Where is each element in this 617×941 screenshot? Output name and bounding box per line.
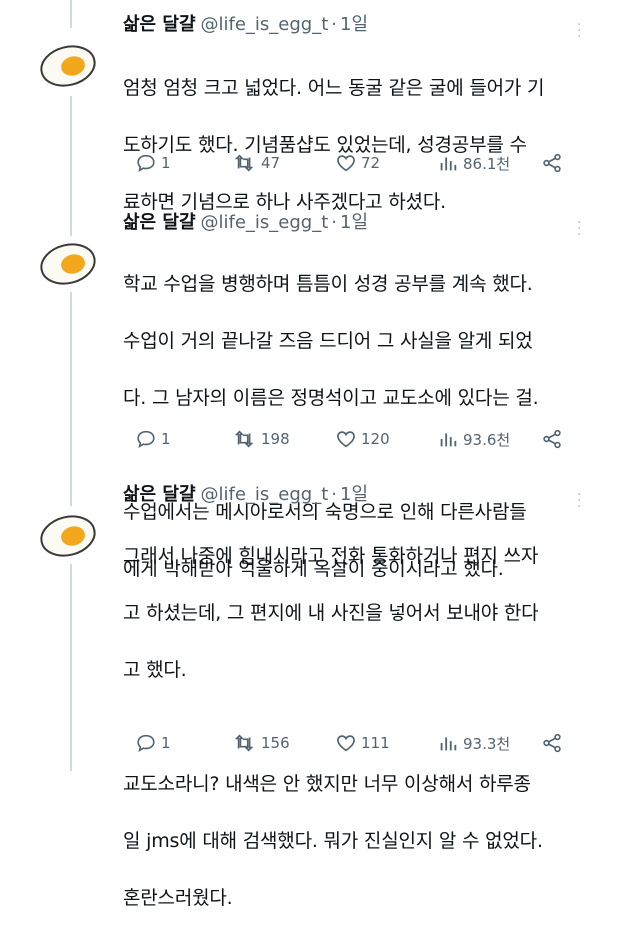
retweet-count: 47 (261, 154, 281, 172)
boiled-egg-icon (40, 515, 96, 557)
text-line: 엄청 엄청 크고 넓었다. 어느 동굴 같은 굴에 들어가 기 (123, 76, 545, 99)
timestamp[interactable]: 1일 (340, 208, 368, 234)
timestamp[interactable]: 1일 (340, 10, 368, 36)
views-count: 93.3천 (463, 734, 511, 753)
like-button[interactable]: 72 (335, 152, 380, 174)
reply-button[interactable]: 1 (135, 428, 171, 450)
text-line: 그래서 나중에 힘내시라고 전화 통화하거나 편지 쓰자 (123, 544, 539, 567)
views-icon (440, 737, 457, 751)
separator-dot: · (331, 14, 338, 35)
views-icon (440, 157, 457, 171)
share-icon (543, 429, 561, 449)
more-icon[interactable]: · · · (577, 18, 581, 44)
text-line: 혼란스러웠다. (123, 886, 233, 909)
author-handle[interactable]: @life_is_egg_t (201, 212, 329, 233)
text-line: 고 했다. (123, 658, 187, 681)
tweet[interactable]: 삶은 달걀 @life_is_egg_t · 1일 · · · 그래서 나중에 힘내… (0, 468, 617, 909)
reply-count: 1 (161, 734, 171, 752)
share-icon (543, 733, 561, 753)
author-name[interactable]: 삶은 달걀 (123, 208, 196, 234)
reply-icon (137, 430, 155, 448)
avatar[interactable] (38, 34, 98, 94)
retweet-icon (234, 430, 254, 448)
retweet-button[interactable]: 156 (233, 732, 290, 754)
views-button[interactable]: 86.1천 (437, 152, 510, 174)
tweet[interactable]: 삶은 달걀 @life_is_egg_t · 1일 · · · 학교 수업을 병행하… (0, 196, 617, 580)
text-line: 수업이 거의 끝나갈 즈음 드디어 그 사실을 알게 되었 (123, 329, 533, 352)
avatar[interactable] (38, 232, 98, 292)
heart-icon (337, 735, 355, 752)
reply-count: 1 (161, 154, 171, 172)
retweet-count: 156 (261, 734, 290, 752)
reply-icon (137, 734, 155, 752)
like-button[interactable]: 120 (335, 428, 390, 450)
text-line: 교도소라니? 내색은 안 했지만 너무 이상해서 하루종 (123, 772, 531, 795)
more-icon[interactable]: · · · (577, 488, 581, 514)
text-line: 고 하셨는데, 그 편지에 내 사진을 넣어서 보내야 한다 (123, 601, 539, 624)
reply-button[interactable]: 1 (135, 732, 171, 754)
boiled-egg-icon (40, 243, 96, 285)
like-button[interactable]: 111 (335, 732, 390, 754)
retweet-icon (234, 734, 254, 752)
like-count: 111 (361, 734, 390, 752)
retweet-button[interactable]: 198 (233, 428, 290, 450)
avatar[interactable] (38, 504, 98, 564)
share-icon (543, 153, 561, 173)
tweet[interactable]: 삶은 달걀 @life_is_egg_t · 1일 · · · 엄청 엄청 크고 넓… (0, 0, 617, 213)
author-handle[interactable]: @life_is_egg_t (201, 484, 329, 505)
like-count: 72 (361, 154, 381, 172)
separator-dot: · (331, 212, 338, 233)
text-line: 학교 수업을 병행하며 틈틈이 성경 공부를 계속 했다. (123, 272, 533, 295)
text-line: 다. 그 남자의 이름은 정명석이고 교도소에 있다는 걸. (123, 386, 539, 409)
separator-dot: · (331, 484, 338, 505)
tweet-text: 그래서 나중에 힘내시라고 전화 통화하거나 편지 쓰자 고 하셨는데, 그 편… (123, 513, 603, 941)
text-line: 일 jms에 대해 검색했다. 뭐가 진실인지 알 수 없었다. (123, 829, 543, 852)
share-button[interactable] (541, 732, 567, 754)
share-button[interactable] (541, 428, 567, 450)
heart-icon (337, 155, 355, 172)
heart-icon (337, 431, 355, 448)
views-count: 93.6천 (463, 430, 511, 449)
views-icon (440, 433, 457, 447)
author-name[interactable]: 삶은 달걀 (123, 10, 196, 36)
more-icon[interactable]: · · · (577, 216, 581, 242)
retweet-count: 198 (261, 430, 290, 448)
boiled-egg-icon (40, 45, 96, 87)
views-button[interactable]: 93.6천 (437, 428, 510, 450)
retweet-button[interactable]: 47 (233, 152, 280, 174)
reply-count: 1 (161, 430, 171, 448)
views-button[interactable]: 93.3천 (437, 732, 510, 754)
like-count: 120 (361, 430, 390, 448)
reply-button[interactable]: 1 (135, 152, 171, 174)
retweet-icon (234, 154, 254, 172)
reply-icon (137, 154, 155, 172)
share-button[interactable] (541, 152, 567, 174)
author-name[interactable]: 삶은 달걀 (123, 480, 196, 506)
views-count: 86.1천 (463, 154, 511, 173)
timestamp[interactable]: 1일 (340, 480, 368, 506)
author-handle[interactable]: @life_is_egg_t (201, 14, 329, 35)
